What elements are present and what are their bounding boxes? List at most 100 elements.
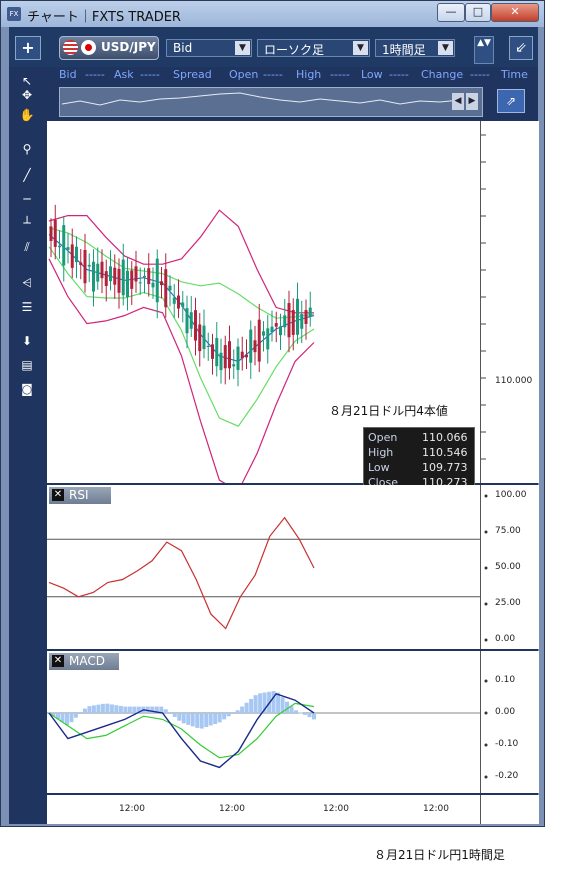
- price-type-select[interactable]: Bid ▼: [166, 39, 252, 57]
- macd-histogram-bar: [87, 706, 92, 713]
- close-macd-icon[interactable]: ✕: [52, 655, 64, 667]
- drawing-tools: ↖ ✥ ✋ ⚲ ╱ ─ ┴ ⫽ ⩤ ☰ ⬇ ▤ ◙: [13, 67, 43, 397]
- chevron-down-icon: ▼: [235, 41, 250, 55]
- rsi-axis: 100.00 75.00 50.00 25.00 0.00: [480, 485, 539, 649]
- trend-line-icon[interactable]: ╱: [18, 167, 36, 183]
- close-rsi-icon[interactable]: ✕: [52, 489, 64, 501]
- candle: [66, 232, 70, 264]
- change-label: Change: [421, 68, 464, 81]
- macd-histogram-bar: [105, 703, 110, 713]
- candle: [181, 291, 185, 323]
- open-label: Open: [229, 68, 259, 81]
- macd-histogram-bar: [199, 713, 204, 729]
- download-icon[interactable]: ⬇: [18, 333, 36, 349]
- macd-histogram-bar: [163, 709, 168, 713]
- candle: [232, 349, 236, 380]
- list-icon[interactable]: ▤: [18, 357, 36, 373]
- high-label: High: [296, 68, 322, 81]
- macd-histogram-bar: [96, 704, 101, 713]
- crosshair-pointer-icon[interactable]: ✥: [18, 87, 36, 103]
- candle: [189, 296, 193, 337]
- fibonacci-icon[interactable]: ☰: [18, 299, 36, 315]
- macd-histogram-bar: [168, 713, 173, 714]
- candle: [236, 338, 240, 387]
- candle: [274, 311, 278, 343]
- chart-body: + USD/JPY Bid ▼ ローソク足 ▼ 1時間足 ▼ ▲▼ ⇙ Bid: [9, 27, 539, 824]
- add-chart-button[interactable]: +: [15, 36, 41, 60]
- auto-scroll-icon[interactable]: ⇗: [497, 89, 525, 113]
- candle: [253, 325, 257, 366]
- chart-type-select[interactable]: ローソク足 ▼: [257, 39, 370, 57]
- candle: [240, 336, 244, 371]
- macd-histogram-bar: [177, 713, 182, 721]
- macd-histogram-bar: [303, 713, 308, 715]
- expand-icon[interactable]: ⇙: [509, 36, 533, 60]
- camera-icon[interactable]: ◙: [18, 381, 36, 397]
- macd-label: MACD: [69, 654, 105, 668]
- maximize-button[interactable]: □: [465, 3, 491, 22]
- candle: [206, 332, 210, 361]
- macd-histogram-bar: [114, 705, 119, 713]
- pin-icon[interactable]: ⚲: [18, 141, 36, 157]
- spread-label: Spread: [173, 68, 212, 81]
- macd-histogram-bar: [69, 713, 74, 723]
- macd-axis: 0.10 0.00 -0.10 -0.20: [480, 651, 539, 793]
- rsi-panel[interactable]: ✕ RSI: [47, 485, 480, 649]
- timeframe-select[interactable]: 1時間足 ▼: [375, 39, 455, 57]
- app-icon: FX: [7, 7, 21, 21]
- low-price: 109.773: [422, 461, 468, 474]
- hand-icon[interactable]: ✋: [18, 107, 36, 123]
- candle: [279, 313, 282, 351]
- vertical-line-icon[interactable]: ┴: [18, 215, 36, 231]
- macd-histogram-bar: [231, 713, 236, 714]
- bid-value: -----: [85, 68, 105, 81]
- axis-corner: [480, 795, 539, 824]
- high-key: High: [368, 446, 394, 459]
- macd-histogram-bar: [195, 713, 200, 728]
- horizontal-line-icon[interactable]: ─: [18, 191, 36, 207]
- candle: [53, 204, 57, 260]
- fan-icon[interactable]: ⩤: [18, 275, 36, 291]
- high-value: -----: [330, 68, 350, 81]
- symbol-selector[interactable]: USD/JPY: [59, 36, 159, 60]
- candle: [177, 279, 180, 318]
- open-value: -----: [263, 68, 283, 81]
- macd-panel[interactable]: ✕ MACD: [47, 651, 480, 793]
- navigator-right-button[interactable]: ▶: [466, 93, 478, 110]
- macd-histogram-bar: [100, 703, 105, 713]
- rsi-axis-dots: [484, 494, 488, 642]
- minimize-button[interactable]: —: [437, 3, 465, 22]
- chart-toolbar: + USD/JPY Bid ▼ ローソク足 ▼ 1時間足 ▼ ▲▼ ⇙: [9, 27, 538, 67]
- close-button[interactable]: ✕: [491, 3, 539, 22]
- candle: [215, 322, 219, 377]
- macd-histogram-bar: [186, 713, 191, 725]
- symbol-label: USD/JPY: [101, 40, 156, 54]
- chart-area: ８月21日ドル円4本値 Open 110.066 High 110.546 Low 1…: [47, 121, 539, 824]
- macd-histogram-bar: [127, 706, 132, 713]
- price-axis-ticks: [481, 134, 486, 460]
- macd-histogram-bar: [235, 710, 240, 713]
- navigator-left-button[interactable]: ◀: [452, 93, 464, 110]
- overview-navigator[interactable]: ◀ ▶: [59, 87, 483, 117]
- candle: [202, 309, 206, 359]
- candle: [211, 333, 214, 375]
- chevron-down-icon: ▼: [353, 41, 368, 55]
- change-value: -----: [470, 68, 490, 81]
- price-axis[interactable]: 110.000: [480, 121, 539, 483]
- candle: [228, 325, 231, 380]
- time-axis[interactable]: 12:00 12:00 12:00 12:00: [47, 795, 480, 824]
- us-flag-icon: [63, 40, 78, 55]
- timeframe-value: 1時間足: [382, 43, 426, 57]
- chart-type-value: ローソク足: [264, 43, 325, 57]
- macd-histogram-bar: [190, 713, 195, 727]
- low-key: Low: [368, 461, 390, 474]
- macd-histogram-bar: [258, 693, 263, 713]
- candle: [126, 256, 129, 311]
- candle: [160, 267, 163, 299]
- toolbar-scroll-button[interactable]: ▲▼: [474, 36, 494, 64]
- candle: [266, 314, 270, 364]
- open-key: Open: [368, 431, 398, 444]
- chart-window: FX チャート｜FXTS TRADER — □ ✕ + USD/JPY Bid …: [0, 0, 545, 827]
- price-panel[interactable]: ８月21日ドル円4本値 Open 110.066 High 110.546 Low 1…: [47, 121, 480, 502]
- parallel-lines-icon[interactable]: ⫽: [18, 239, 36, 255]
